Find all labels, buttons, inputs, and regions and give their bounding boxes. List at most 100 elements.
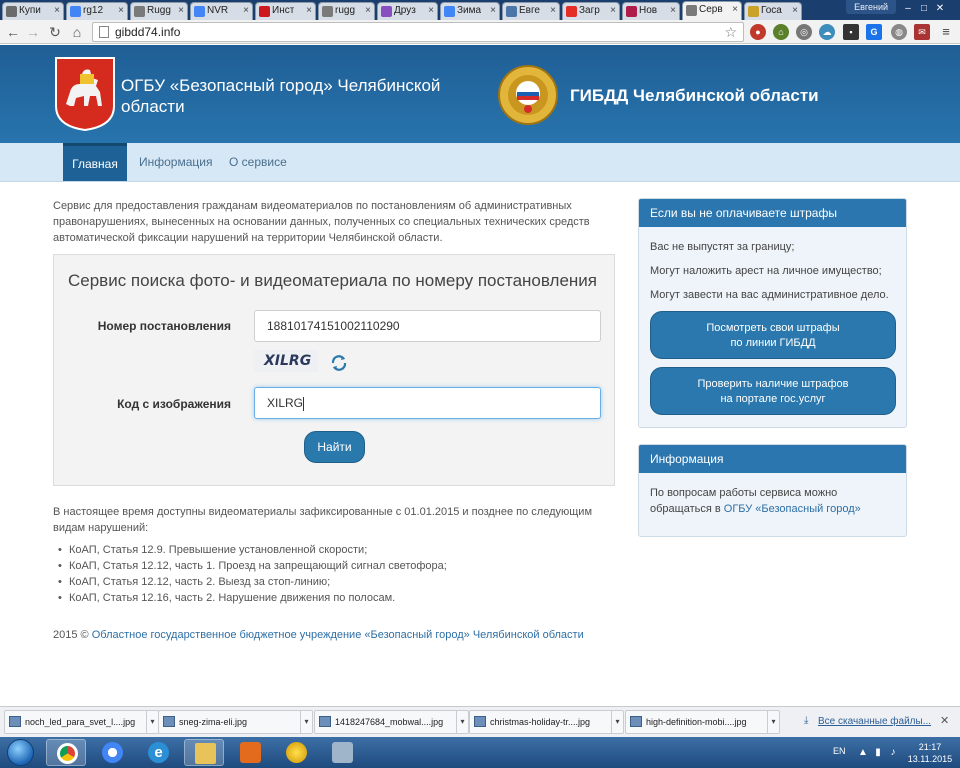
taskbar-explorer[interactable]	[184, 739, 224, 766]
network-icon[interactable]: ▮	[872, 747, 884, 758]
download-arrow-icon: ⤓	[804, 715, 809, 726]
address-bar[interactable]: gibdd74.info ☆	[92, 22, 744, 42]
resolution-number-input[interactable]: 18810174151002110290	[254, 310, 601, 342]
find-button[interactable]: Найти	[304, 431, 365, 463]
list-item: КоАП, Статья 12.12, часть 2. Выезд за ст…	[58, 574, 609, 590]
fines-card-title: Если вы не оплачиваете штрафы	[639, 199, 906, 227]
captcha-image: XILRG	[254, 350, 318, 372]
tab-close-icon[interactable]: ×	[178, 3, 184, 19]
extension-home-icon[interactable]: ⌂	[773, 24, 789, 40]
extension-cloud-icon[interactable]: ☁	[819, 24, 835, 40]
download-menu-icon[interactable]: ▾	[767, 711, 779, 733]
home-icon[interactable]: ⌂	[68, 23, 86, 41]
language-indicator[interactable]: EN	[833, 746, 846, 756]
fines-line-1: Вас не выпустят за границу;	[650, 241, 795, 253]
tab-0[interactable]: Купи ×	[2, 2, 64, 20]
page-icon	[99, 26, 109, 38]
clock-time: 21:17	[918, 742, 942, 752]
taskbar-paint[interactable]	[276, 739, 316, 766]
maximize-icon[interactable]: □	[916, 2, 932, 16]
taskbar-chrome[interactable]	[46, 739, 86, 766]
tab-close-icon[interactable]: ×	[732, 2, 738, 18]
view-fines-gibdd-button[interactable]: Посмотреть свои штрафы по линии ГИБДД	[650, 311, 896, 359]
download-menu-icon[interactable]: ▾	[456, 711, 468, 733]
tab-close-icon[interactable]: ×	[118, 3, 124, 19]
tab-8[interactable]: Евге ×	[502, 2, 560, 20]
system-clock[interactable]: 21:17 13.11.2015	[904, 741, 956, 765]
tab-close-icon[interactable]: ×	[243, 3, 249, 19]
tab-12[interactable]: Госа ×	[744, 2, 802, 20]
tab-close-icon[interactable]: ×	[792, 3, 798, 19]
tab-5[interactable]: rugg ×	[318, 2, 375, 20]
tab-label: Купи	[19, 5, 41, 16]
extension-mail-icon[interactable]: ✉	[914, 24, 930, 40]
volume-icon[interactable]: ♪	[887, 747, 899, 758]
clock-date: 13.11.2015	[907, 754, 953, 764]
list-item: КоАП, Статья 12.16, часть 2. Нарушение д…	[58, 590, 609, 606]
captcha-code-input[interactable]: XILRG	[254, 387, 601, 419]
tab-close-icon[interactable]: ×	[54, 3, 60, 19]
tab-7[interactable]: Зима ×	[440, 2, 500, 20]
tab-6[interactable]: Друз ×	[377, 2, 438, 20]
tab-10[interactable]: Нов ×	[622, 2, 680, 20]
footer-org-link[interactable]: Областное государственное бюджетное учре…	[92, 629, 584, 641]
all-downloads-link[interactable]: Все скачанные файлы...	[818, 716, 931, 727]
download-item[interactable]: 1418247684_mobwal....jpg ▾	[314, 710, 469, 734]
close-window-icon[interactable]: ✕	[932, 2, 948, 16]
refresh-captcha-icon[interactable]	[330, 354, 348, 372]
nav-item-about[interactable]: О сервисе	[229, 143, 287, 181]
back-icon[interactable]: ←	[4, 23, 22, 41]
menu-icon[interactable]: ≡	[938, 24, 954, 40]
tab-close-icon[interactable]: ×	[428, 3, 434, 19]
tab-close-icon[interactable]: ×	[306, 3, 312, 19]
download-item[interactable]: noch_led_para_svet_l....jpg ▾	[4, 710, 159, 734]
taskbar-chrome-alt[interactable]	[92, 739, 132, 766]
tab-close-icon[interactable]: ×	[550, 3, 556, 19]
tab-3[interactable]: NVR ×	[190, 2, 253, 20]
extension-globe-icon[interactable]: ◍	[891, 24, 907, 40]
download-menu-icon[interactable]: ▾	[300, 711, 312, 733]
download-item[interactable]: high-definition-mobi....jpg ▾	[625, 710, 780, 734]
tab-11[interactable]: Серв ×	[682, 1, 742, 20]
download-filename: christmas-holiday-tr....jpg	[490, 717, 591, 727]
download-menu-icon[interactable]: ▾	[146, 711, 158, 733]
start-button[interactable]	[2, 737, 40, 768]
download-item[interactable]: christmas-holiday-tr....jpg ▾	[469, 710, 624, 734]
browser-toolbar: ← → ↻ ⌂ gibdd74.info ☆ ● ⌂ ◎ ☁ ▪ G ◍ ✉ ≡	[0, 20, 960, 44]
tab-2[interactable]: Rugg ×	[130, 2, 188, 20]
check-fines-line-1: Проверить наличие штрафов	[697, 378, 849, 390]
download-menu-icon[interactable]: ▾	[611, 711, 623, 733]
tab-close-icon[interactable]: ×	[610, 3, 616, 19]
tray-arrow-icon[interactable]: ▲	[857, 747, 869, 758]
profile-button[interactable]: Евгений	[846, 0, 896, 14]
folder-icon	[195, 743, 216, 764]
tab-close-icon[interactable]: ×	[490, 3, 496, 19]
available-materials-text: В настоящее время доступны видеоматериал…	[53, 506, 593, 534]
download-item[interactable]: sneg-zima-eli.jpg ▾	[158, 710, 313, 734]
minimize-icon[interactable]: –	[900, 2, 916, 16]
reload-icon[interactable]: ↻	[46, 23, 64, 41]
bookmark-star-icon[interactable]: ☆	[724, 23, 737, 41]
extension-translate-icon[interactable]: G	[866, 24, 882, 40]
nav-item-info[interactable]: Информация	[139, 143, 212, 181]
taskbar-ie[interactable]: e	[138, 739, 178, 766]
tab-label: Евге	[519, 5, 540, 16]
tab-9[interactable]: Загр ×	[562, 2, 620, 20]
tab-1[interactable]: rg12 ×	[66, 2, 128, 20]
tab-4[interactable]: Инст ×	[255, 2, 316, 20]
tab-close-icon[interactable]: ×	[670, 3, 676, 19]
violations-list: КоАП, Статья 12.9. Превышение установлен…	[58, 542, 609, 606]
extension-ring-icon[interactable]: ◎	[796, 24, 812, 40]
site-header: ОГБУ «Безопасный город» Челябинской обла…	[0, 45, 960, 143]
nav-item-home[interactable]: Главная	[63, 143, 127, 181]
taskbar-settings[interactable]	[322, 739, 362, 766]
settings-icon	[332, 742, 353, 763]
info-card-link[interactable]: ОГБУ «Безопасный город»	[724, 503, 861, 515]
extension-badge-icon[interactable]: ▪	[843, 24, 859, 40]
taskbar-media[interactable]	[230, 739, 270, 766]
check-fines-gosuslugi-button[interactable]: Проверить наличие штрафов на портале гос…	[650, 367, 896, 415]
tab-close-icon[interactable]: ×	[365, 3, 371, 19]
extension-stop-icon[interactable]: ●	[750, 24, 766, 40]
close-download-bar-icon[interactable]: ✕	[940, 714, 949, 727]
forward-icon[interactable]: →	[24, 23, 42, 41]
